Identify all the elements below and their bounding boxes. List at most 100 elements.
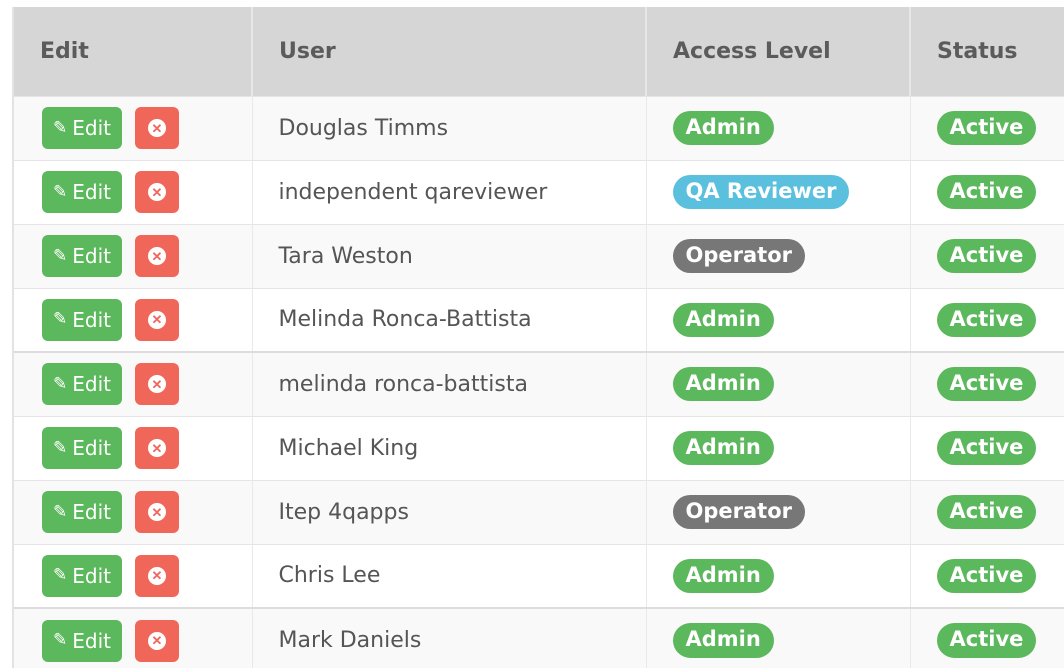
status-badge: Active [936, 110, 1037, 146]
edit-cell: ✎ Edit ✕ [14, 607, 253, 668]
status-cell: Active [910, 95, 1064, 160]
close-circle-icon: ✕ [147, 566, 166, 585]
column-header-status[interactable]: Status [910, 7, 1064, 96]
delete-button[interactable]: ✕ [134, 619, 179, 662]
column-header-user[interactable]: User [252, 7, 647, 96]
status-cell: Active [910, 607, 1064, 668]
edit-cell: ✎ Edit ✕ [14, 479, 253, 544]
user-name: Michael King [252, 415, 647, 480]
edit-button[interactable]: ✎ Edit [42, 171, 122, 213]
close-circle-icon: ✕ [147, 375, 166, 394]
edit-button-label: Edit [72, 500, 111, 524]
status-badge: Active [936, 302, 1037, 337]
status-badge: Active [936, 238, 1037, 274]
close-circle-icon: ✕ [147, 631, 166, 650]
user-name: Mark Daniels [252, 607, 647, 668]
edit-button[interactable]: ✎ Edit [42, 619, 122, 662]
status-badge: Active [936, 430, 1037, 466]
delete-button[interactable]: ✕ [134, 107, 179, 149]
user-name: Itep 4qapps [252, 479, 647, 544]
column-header-access-level[interactable]: Access Level [646, 7, 911, 96]
delete-button[interactable]: ✕ [134, 427, 179, 469]
edit-cell: ✎ Edit ✕ [14, 159, 253, 224]
access-level-badge: Admin [672, 623, 774, 658]
status-badge: Active [936, 494, 1037, 530]
table-header: Edit User Access Level Status [14, 7, 1064, 96]
edit-button[interactable]: ✎ Edit [42, 427, 122, 469]
access-level-badge: Admin [672, 367, 774, 402]
access-level-badge: Admin [672, 110, 774, 146]
delete-button[interactable]: ✕ [134, 298, 179, 341]
edit-button-label: Edit [72, 372, 111, 397]
status-cell: Active [910, 287, 1064, 352]
edit-button-label: Edit [72, 180, 111, 204]
delete-button[interactable]: ✕ [134, 235, 179, 277]
status-badge: Active [936, 367, 1037, 402]
access-level-badge: Admin [672, 302, 774, 337]
delete-button[interactable]: ✕ [134, 491, 179, 533]
status-cell: Active [910, 479, 1064, 544]
edit-button[interactable]: ✎ Edit [42, 554, 122, 597]
status-badge: Active [936, 174, 1037, 210]
user-name: independent qareviewer [252, 159, 647, 224]
edit-cell: ✎ Edit ✕ [14, 95, 253, 160]
access-level-cell: Admin [646, 95, 911, 160]
edit-button[interactable]: ✎ Edit [42, 235, 122, 277]
access-level-badge: Admin [672, 430, 774, 466]
access-level-badge: Operator [672, 238, 805, 274]
user-name: Chris Lee [252, 543, 647, 608]
table-body: ✎ Edit ✕ Douglas Timms Admin Active ✎ Ed… [14, 95, 1064, 668]
access-level-cell: Operator [646, 479, 911, 544]
access-level-cell: Operator [646, 223, 911, 288]
table-row: ✎ Edit ✕ Michael King Admin Active [14, 415, 1064, 480]
close-circle-icon: ✕ [147, 183, 166, 201]
status-cell: Active [910, 351, 1064, 416]
edit-cell: ✎ Edit ✕ [14, 351, 253, 416]
edit-button[interactable]: ✎ Edit [42, 363, 122, 406]
delete-button[interactable]: ✕ [134, 171, 179, 213]
edit-button[interactable]: ✎ Edit [42, 107, 122, 149]
users-table-container: Edit User Access Level Status ✎ Edit ✕ D… [12, 7, 1064, 668]
pencil-icon: ✎ [53, 501, 68, 522]
access-level-badge: Operator [672, 494, 805, 530]
pencil-icon: ✎ [53, 437, 68, 458]
edit-button[interactable]: ✎ Edit [42, 491, 122, 533]
delete-button[interactable]: ✕ [134, 363, 179, 406]
table-row: ✎ Edit ✕ Chris Lee Admin Active [14, 543, 1064, 608]
pencil-icon: ✎ [53, 565, 68, 586]
edit-button-label: Edit [72, 307, 111, 332]
edit-button[interactable]: ✎ Edit [42, 298, 122, 341]
table-row: ✎ Edit ✕ Mark Daniels Admin Active [14, 607, 1064, 668]
pencil-icon: ✎ [53, 373, 68, 394]
access-level-cell: Admin [646, 287, 911, 352]
access-level-badge: QA Reviewer [672, 174, 850, 210]
delete-button[interactable]: ✕ [134, 554, 179, 597]
status-cell: Active [910, 223, 1064, 288]
table-row: ✎ Edit ✕ Tara Weston Operator Active [14, 223, 1064, 288]
table-row: ✎ Edit ✕ Itep 4qapps Operator Active [14, 479, 1064, 544]
user-name: Douglas Timms [252, 95, 647, 160]
column-header-edit[interactable]: Edit [14, 7, 253, 96]
close-circle-icon: ✕ [147, 439, 166, 457]
edit-button-label: Edit [72, 436, 111, 460]
user-name: Tara Weston [252, 223, 647, 288]
users-table: Edit User Access Level Status ✎ Edit ✕ D… [14, 7, 1064, 668]
edit-button-label: Edit [72, 116, 111, 140]
table-row: ✎ Edit ✕ Melinda Ronca-Battista Admin Ac… [14, 287, 1064, 352]
user-name: melinda ronca-battista [252, 351, 647, 416]
access-level-cell: Admin [646, 607, 911, 668]
pencil-icon: ✎ [53, 309, 68, 330]
access-level-cell: Admin [646, 415, 911, 480]
edit-cell: ✎ Edit ✕ [14, 223, 253, 288]
access-level-badge: Admin [672, 558, 774, 593]
edit-cell: ✎ Edit ✕ [14, 543, 253, 608]
access-level-cell: Admin [646, 543, 911, 608]
access-level-cell: Admin [646, 351, 911, 416]
status-badge: Active [936, 623, 1037, 658]
close-circle-icon: ✕ [147, 247, 166, 265]
table-row: ✎ Edit ✕ melinda ronca-battista Admin Ac… [14, 351, 1064, 416]
access-level-cell: QA Reviewer [646, 159, 911, 224]
pencil-icon: ✎ [53, 181, 68, 202]
status-cell: Active [910, 543, 1064, 608]
close-circle-icon: ✕ [147, 119, 166, 137]
